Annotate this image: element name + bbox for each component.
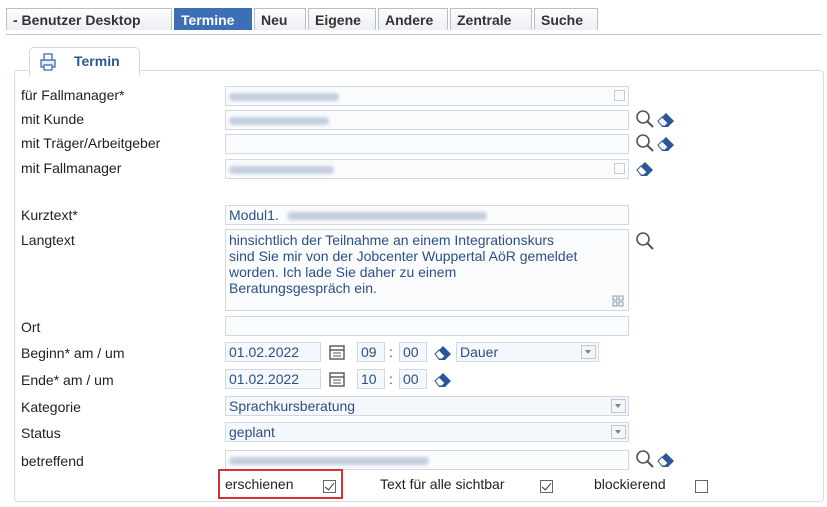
ort-field[interactable]: [225, 316, 629, 336]
fallmanager-field[interactable]: [225, 86, 629, 106]
traeger-eraser-icon[interactable]: [656, 133, 676, 153]
resize-icon[interactable]: [612, 295, 624, 307]
mit-fallmanager-label: mit Fallmanager: [21, 160, 122, 176]
ende-time-separator: :: [389, 371, 393, 387]
mit-fallmanager-dropdown-icon[interactable]: [614, 163, 625, 174]
fallmanager-dropdown-icon[interactable]: [614, 90, 625, 101]
traeger-search-icon[interactable]: [635, 133, 655, 153]
ende-calendar-icon[interactable]: [327, 369, 347, 389]
betreffend-search-icon[interactable]: [635, 449, 655, 469]
ort-label: Ort: [21, 319, 41, 335]
mit-fallmanager-eraser-icon[interactable]: [635, 158, 655, 178]
ende-date-field[interactable]: 01.02.2022: [225, 369, 321, 389]
langtext-label: Langtext: [21, 232, 75, 248]
subtab-termin[interactable]: Termin: [29, 47, 140, 76]
status-select[interactable]: geplant: [225, 422, 629, 442]
tab-neu[interactable]: Neu: [254, 8, 306, 30]
tab-termine[interactable]: Termine: [174, 8, 252, 30]
blockierend-label: blockierend: [594, 476, 666, 492]
beginn-date-field[interactable]: 01.02.2022: [225, 342, 321, 362]
dauer-dropdown-icon[interactable]: [581, 345, 596, 359]
beginn-hour-value: 09: [361, 344, 377, 360]
betreffend-label: betreffend: [21, 453, 84, 469]
ende-date-value: 01.02.2022: [229, 371, 300, 387]
beginn-hour-field[interactable]: 09: [357, 342, 385, 362]
kurztext-field[interactable]: Modul1.: [225, 205, 629, 225]
kategorie-label: Kategorie: [21, 399, 81, 415]
ende-eraser-icon[interactable]: [433, 369, 453, 389]
betreffend-eraser-icon[interactable]: [656, 449, 676, 469]
ende-label: Ende* am / um: [21, 372, 114, 388]
kategorie-dropdown-icon[interactable]: [611, 399, 626, 413]
printer-icon[interactable]: [38, 52, 58, 72]
beginn-minute-value: 00: [403, 344, 419, 360]
tab-suche[interactable]: Suche: [534, 8, 598, 30]
beginn-calendar-icon[interactable]: [327, 342, 347, 362]
langtext-line-3: worden. Ich lade Sie daher zu einem: [229, 264, 457, 280]
mit-fallmanager-field[interactable]: [225, 159, 629, 179]
ende-minute-field[interactable]: 00: [399, 369, 427, 389]
beginn-minute-field[interactable]: 00: [399, 342, 427, 362]
dauer-select[interactable]: Dauer: [456, 342, 599, 362]
kurztext-label: Kurztext*: [21, 207, 78, 223]
langtext-line-1: hinsichtlich der Teilnahme an einem Inte…: [229, 232, 555, 248]
kunde-search-icon[interactable]: [635, 109, 655, 129]
langtext-line-4: Beratungsgespräch ein.: [229, 280, 377, 296]
betreffend-field[interactable]: [225, 450, 629, 470]
langtext-field[interactable]: hinsichtlich der Teilnahme an einem Inte…: [225, 229, 629, 311]
tab-andere[interactable]: Andere: [378, 8, 448, 30]
blockierend-checkbox[interactable]: [695, 480, 708, 493]
beginn-date-value: 01.02.2022: [229, 344, 300, 360]
dauer-value: Dauer: [460, 344, 499, 360]
beginn-eraser-icon[interactable]: [433, 342, 453, 362]
tab-zentrale[interactable]: Zentrale: [450, 8, 532, 30]
tab-eigene[interactable]: Eigene: [308, 8, 376, 30]
status-label: Status: [21, 425, 61, 441]
langtext-line-2: sind Sie mir von der Jobcenter Wuppertal…: [229, 248, 578, 264]
traeger-label: mit Träger/Arbeitgeber: [21, 135, 161, 151]
kategorie-select[interactable]: Sprachkursberatung: [225, 396, 629, 416]
sichtbar-checkbox[interactable]: [540, 480, 553, 493]
sichtbar-label: Text für alle sichtbar: [380, 476, 505, 492]
tab-bar: - Benutzer Desktop Termine Neu Eigene An…: [6, 8, 821, 35]
erschienen-label: erschienen: [225, 476, 294, 492]
traeger-field[interactable]: [225, 134, 629, 154]
kunde-eraser-icon[interactable]: [656, 109, 676, 129]
ende-hour-value: 10: [361, 371, 377, 387]
tab-benutzer-desktop[interactable]: - Benutzer Desktop: [6, 8, 172, 30]
beginn-time-separator: :: [389, 344, 393, 360]
beginn-label: Beginn* am / um: [21, 345, 125, 361]
kunde-field[interactable]: [225, 110, 629, 130]
fallmanager-label: für Fallmanager*: [21, 87, 125, 103]
status-value: geplant: [229, 424, 275, 440]
kategorie-value: Sprachkursberatung: [229, 398, 356, 414]
status-dropdown-icon[interactable]: [611, 425, 626, 439]
langtext-search-icon[interactable]: [635, 231, 655, 251]
erschienen-checkbox[interactable]: [323, 480, 336, 493]
kurztext-value: Modul1.: [229, 207, 279, 223]
ende-minute-value: 00: [403, 371, 419, 387]
ende-hour-field[interactable]: 10: [357, 369, 385, 389]
subtab-label: Termin: [74, 53, 120, 69]
kunde-label: mit Kunde: [21, 111, 85, 127]
